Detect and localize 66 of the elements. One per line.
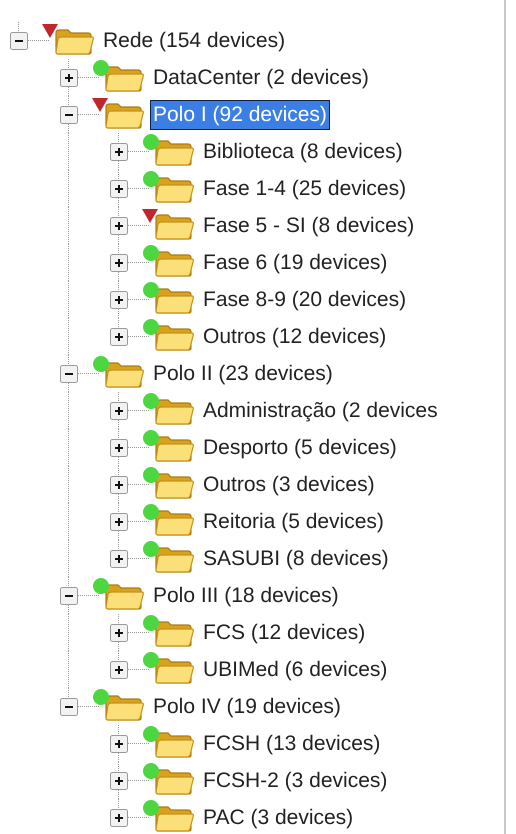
tree-item-label[interactable]: Outros (12 devices) [200,322,390,352]
collapse-toggle[interactable] [60,698,78,716]
tree-item-label[interactable]: PAC (3 devices) [200,802,356,832]
folder-icon [154,472,194,499]
expand-toggle[interactable] [110,476,128,494]
expand-toggle[interactable] [110,513,128,531]
tree-item-label[interactable]: Polo IV (19 devices) [150,692,344,722]
tree-item-label[interactable]: Outros (3 devices) [200,470,378,500]
folder-icon [154,620,194,647]
tree-item-label[interactable]: Fase 6 (19 devices) [200,248,390,278]
tree-item-label[interactable]: FCSH (13 devices) [200,728,384,758]
expand-toggle[interactable] [110,661,128,679]
folder-icon [154,805,194,832]
tree-item-label[interactable]: Fase 1-4 (25 devices) [200,174,410,204]
tree-item-label[interactable]: Fase 8-9 (20 devices) [200,284,410,314]
folder-icon [154,768,194,795]
tree-item-label[interactable]: Reitoria (5 devices) [200,506,387,536]
folder-icon [154,546,194,573]
expand-toggle[interactable] [110,402,128,420]
tree-item-label[interactable]: Biblioteca (8 devices) [200,136,406,166]
expand-toggle[interactable] [110,143,128,161]
folder-icon [154,213,194,240]
expand-toggle[interactable] [110,809,128,827]
tree-item-label[interactable]: DataCenter (2 devices) [150,62,372,92]
folder-icon [54,28,94,55]
folder-icon [154,398,194,425]
folder-icon [154,139,194,166]
tree-item-label[interactable]: Polo III (18 devices) [150,580,342,610]
expand-toggle[interactable] [110,180,128,198]
folder-icon [154,509,194,536]
tree-item-label[interactable]: SASUBI (8 devices) [200,544,392,574]
folder-icon [104,361,144,388]
expand-toggle[interactable] [110,254,128,272]
tree-item-label[interactable]: Polo I (92 devices) [150,100,330,130]
folder-icon [154,435,194,462]
expand-toggle[interactable] [110,328,128,346]
expand-toggle[interactable] [110,217,128,235]
expand-toggle[interactable] [110,291,128,309]
tree-item-label[interactable]: Administração (2 devices [200,396,441,426]
expand-toggle[interactable] [110,550,128,568]
tree-item-label[interactable]: Rede (154 devices) [100,26,288,56]
tree-item-label[interactable]: FCS (12 devices) [200,618,368,648]
folder-icon [154,731,194,758]
expand-toggle[interactable] [110,735,128,753]
folder-icon [154,657,194,684]
tree-item-label[interactable]: FCSH-2 (3 devices) [200,766,390,796]
folder-icon [154,176,194,203]
collapse-toggle[interactable] [60,365,78,383]
expand-toggle[interactable] [110,439,128,457]
tree-item-label[interactable]: UBIMed (6 devices) [200,654,390,684]
tree-item-label[interactable]: Desporto (5 devices) [200,432,400,462]
folder-icon [104,694,144,721]
expand-toggle[interactable] [60,69,78,87]
folder-icon [154,287,194,314]
folder-icon [154,324,194,351]
folder-icon [104,583,144,610]
collapse-toggle[interactable] [60,106,78,124]
folder-icon [154,250,194,277]
tree-item-label[interactable]: Fase 5 - SI (8 devices) [200,210,418,240]
collapse-toggle[interactable] [60,587,78,605]
expand-toggle[interactable] [110,772,128,790]
collapse-toggle[interactable] [10,32,28,50]
tree-item-label[interactable]: Polo II (23 devices) [150,358,336,388]
expand-toggle[interactable] [110,624,128,642]
folder-icon [104,65,144,92]
folder-icon [104,102,144,129]
